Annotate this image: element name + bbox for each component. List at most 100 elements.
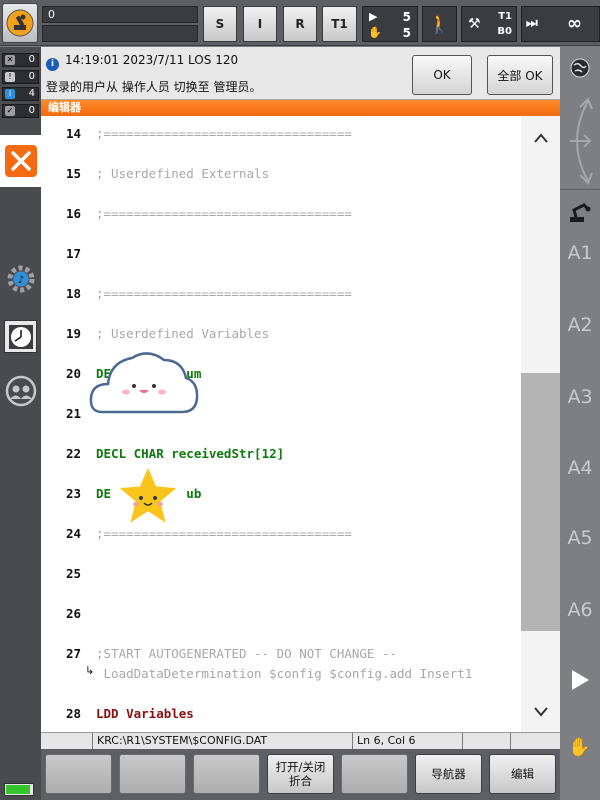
vertical-scrollbar[interactable] (521, 116, 560, 732)
code-line[interactable]: 25 (41, 564, 521, 584)
line-text: ;================================= (96, 286, 352, 301)
axis-a6-label[interactable]: A6 (560, 599, 600, 621)
close-icon (4, 145, 37, 177)
run-count-2: 5 (402, 26, 411, 40)
status-r-button[interactable]: R (283, 6, 317, 42)
code-line[interactable]: 16 ;================================= (41, 204, 521, 224)
line-number: 28 (65, 706, 81, 721)
navigator-button[interactable]: 导航器 (415, 754, 482, 794)
scroll-thumb[interactable] (521, 373, 560, 631)
user-group-button[interactable] (4, 374, 37, 407)
softkey-1[interactable] (45, 754, 112, 794)
edit-button[interactable]: 编辑 (489, 754, 556, 794)
robot-jog-button[interactable] (568, 201, 592, 227)
confirm-counter[interactable]: ✓ 0 (2, 104, 39, 118)
fast-forward-icon: ⏭ (526, 16, 538, 31)
start-button[interactable] (570, 669, 590, 695)
clock-icon (8, 324, 33, 349)
line-text: ; Userdefined Variables (96, 326, 270, 341)
scroll-down-button[interactable] (521, 692, 560, 732)
battery-level (6, 785, 30, 794)
globe-icon (570, 58, 590, 78)
file-path: KRC:\R1\SYSTEM\$CONFIG.DAT (93, 733, 353, 749)
code-line[interactable]: 26 (41, 604, 521, 624)
code-editor[interactable]: 14 ;================================= 15 ; … (41, 116, 560, 732)
mode-t1-button[interactable]: T1 (322, 6, 357, 42)
axis-a4-label[interactable]: A4 (560, 457, 600, 479)
hand-guide-button[interactable]: ✋ (568, 737, 590, 758)
battery-indicator (4, 783, 34, 796)
line-number: 20 (65, 366, 81, 381)
tool-number: T1 (498, 11, 512, 22)
code-line[interactable]: LoadDataDetermination $config $config.ad… (41, 664, 521, 684)
override-button[interactable]: ⏭ ∞ (521, 6, 600, 42)
info-icon: i (5, 89, 15, 99)
run-count-1: 5 (402, 10, 411, 24)
line-number: 21 (65, 406, 81, 421)
code-line[interactable]: 17 (41, 244, 521, 264)
settings-gear-button[interactable]: ♪ (4, 262, 37, 295)
line-number: 24 (65, 526, 81, 541)
code-line[interactable]: 18 ;================================= (41, 284, 521, 304)
message-timestamp: 14:19:01 2023/7/11 LOS 120 (65, 53, 239, 67)
status-cell-blank-1 (463, 733, 511, 749)
axis-a2-label[interactable]: A2 (560, 314, 600, 336)
softkey-2[interactable] (119, 754, 186, 794)
line-text: ;START AUTOGENERATED -- DO NOT CHANGE -- (96, 646, 398, 661)
play-icon (572, 670, 589, 690)
globe-button[interactable] (569, 57, 591, 83)
tool-base-button[interactable]: ⚒ T1 B0 (461, 6, 517, 42)
toggle-fold-button[interactable]: 打开/关闭 折合 (267, 754, 334, 794)
line-number: 25 (65, 566, 81, 581)
status-cell-empty (41, 733, 93, 749)
axis-a1-label[interactable]: A1 (560, 242, 600, 264)
all-ok-button[interactable]: 全部 OK (487, 55, 553, 95)
status-cell-blank-2 (511, 733, 560, 749)
line-number: 15 (65, 166, 81, 181)
kuka-logo-button[interactable] (2, 3, 38, 43)
program-counter: 0 (42, 6, 198, 23)
error-icon: ✕ (5, 55, 15, 65)
run-mode-button[interactable]: ▶ ✋ 5 5 (362, 6, 418, 42)
tool-icon: ⚒ (468, 16, 481, 32)
warning-counter[interactable]: ! 0 (2, 70, 39, 84)
code-line[interactable]: 27 ;START AUTOGENERATED -- DO NOT CHANGE … (41, 644, 521, 664)
star-sticker (112, 461, 184, 531)
error-counter[interactable]: ✕ 0 (2, 53, 39, 67)
line-text: LDD Variables (96, 706, 194, 721)
status-s-button[interactable]: S (203, 6, 237, 42)
clock-button[interactable] (4, 320, 37, 353)
info-counter[interactable]: i 4 (2, 87, 39, 101)
jog-rotate-control[interactable] (560, 95, 600, 187)
code-line[interactable]: 28 LDD Variables (41, 704, 521, 724)
line-number: 18 (65, 286, 81, 301)
message-header: i 14:19:01 2023/7/11 LOS 120 (46, 53, 238, 71)
line-number: 14 (65, 126, 81, 141)
scroll-up-button[interactable] (521, 118, 560, 158)
line-text: LoadDataDetermination $config $config.ad… (96, 666, 473, 681)
chevron-down-icon (533, 707, 548, 717)
close-editor-button[interactable] (0, 135, 41, 187)
softkey-bar: 打开/关闭 折合 导航器 编辑 (41, 749, 560, 800)
line-number: 16 (65, 206, 81, 221)
line-wrap-icon: ↳ (85, 664, 95, 677)
line-number: 17 (65, 246, 81, 261)
message-text: 登录的用户从 操作人员 切换至 管理员。 (46, 80, 262, 94)
program-name-field (42, 25, 198, 42)
status-i-button[interactable]: I (243, 6, 277, 42)
line-text: ;================================= (96, 206, 352, 221)
softkey-5[interactable] (341, 754, 408, 794)
ok-button[interactable]: OK (412, 55, 472, 95)
code-line[interactable]: 15 ; Userdefined Externals (41, 164, 521, 184)
axis-a5-label[interactable]: A5 (560, 527, 600, 549)
confirm-icon: ✓ (5, 106, 15, 116)
rotate-arrows-icon (570, 97, 593, 185)
line-text: ; Userdefined Externals (96, 166, 270, 181)
axis-a3-label[interactable]: A3 (560, 386, 600, 408)
cloud-face-icon (89, 352, 199, 414)
gear-icon: ♪ (7, 265, 34, 292)
code-line[interactable]: 14 ;================================= (41, 124, 521, 144)
walking-person-button[interactable]: 🚶 (422, 6, 457, 42)
code-line[interactable]: 19 ; Userdefined Variables (41, 324, 521, 344)
softkey-3[interactable] (193, 754, 260, 794)
